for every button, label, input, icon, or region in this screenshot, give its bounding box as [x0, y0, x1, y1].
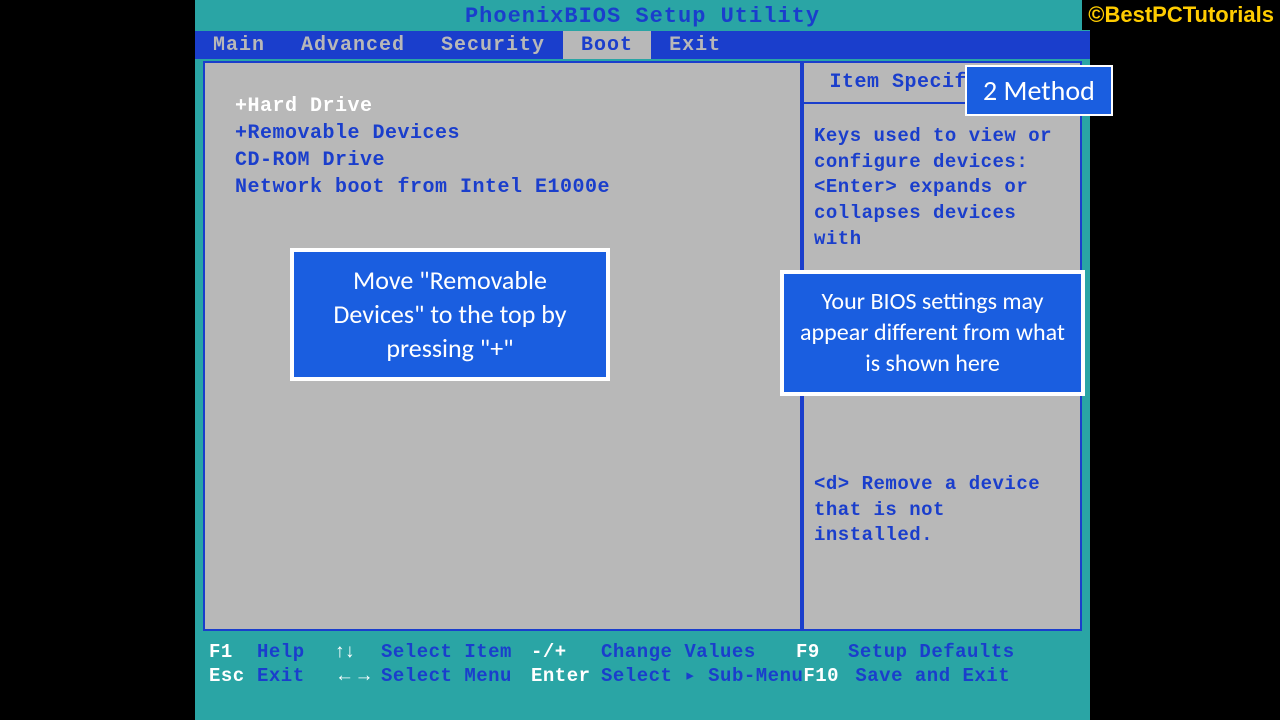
boot-item-network[interactable]: Network boot from Intel E1000e — [235, 174, 794, 201]
key-f1: F1 — [209, 640, 257, 665]
tab-security[interactable]: Security — [423, 31, 563, 59]
help-text-top: Keys used to view or configure devices: … — [814, 124, 1072, 252]
boot-item-removable[interactable]: +Removable Devices — [235, 120, 794, 147]
action-exit: Exit — [257, 664, 335, 689]
tab-main[interactable]: Main — [195, 31, 283, 59]
key-f10: F10 — [803, 664, 855, 689]
watermark-badge: ©BestPCTutorials — [1082, 0, 1280, 30]
action-select-item: Select Item — [381, 640, 531, 665]
action-setup-defaults: Setup Defaults — [848, 640, 1015, 665]
action-change-values: Change Values — [601, 640, 796, 665]
boot-order-list: +Hard Drive +Removable Devices CD-ROM Dr… — [235, 93, 794, 201]
key-leftright-icon: ←→ — [335, 664, 381, 689]
callout-disclaimer: Your BIOS settings may appear different … — [780, 270, 1085, 396]
action-help: Help — [257, 640, 335, 665]
footer-row-2: Esc Exit ←→ Select Menu Enter Select ▸ S… — [209, 664, 1076, 689]
page-title: PhoenixBIOS Setup Utility — [195, 0, 1090, 31]
boot-item-hard-drive[interactable]: +Hard Drive — [235, 93, 794, 120]
callout-move-instruction: Move "Removable Devices" to the top by p… — [290, 248, 610, 381]
action-save-exit: Save and Exit — [855, 664, 1010, 689]
tab-boot[interactable]: Boot — [563, 31, 651, 59]
action-sub-menu: Select ▸ Sub-Menu — [601, 664, 803, 689]
key-enter: Enter — [531, 664, 601, 689]
key-minus-plus: -/+ — [531, 640, 601, 665]
action-select-menu: Select Menu — [381, 664, 531, 689]
method-badge: 2 Method — [965, 65, 1113, 116]
key-esc: Esc — [209, 664, 257, 689]
footer-row-1: F1 Help ↑↓ Select Item -/+ Change Values… — [209, 640, 1076, 665]
key-updown-icon: ↑↓ — [335, 640, 381, 665]
menu-bar: Main Advanced Security Boot Exit — [195, 31, 1090, 59]
tab-exit[interactable]: Exit — [651, 31, 739, 59]
tab-advanced[interactable]: Advanced — [283, 31, 423, 59]
help-text-bottom: <d> Remove a device that is not installe… — [814, 472, 1072, 549]
boot-item-cdrom[interactable]: CD-ROM Drive — [235, 147, 794, 174]
footer-keymap: F1 Help ↑↓ Select Item -/+ Change Values… — [203, 634, 1082, 695]
key-f9: F9 — [796, 640, 848, 665]
